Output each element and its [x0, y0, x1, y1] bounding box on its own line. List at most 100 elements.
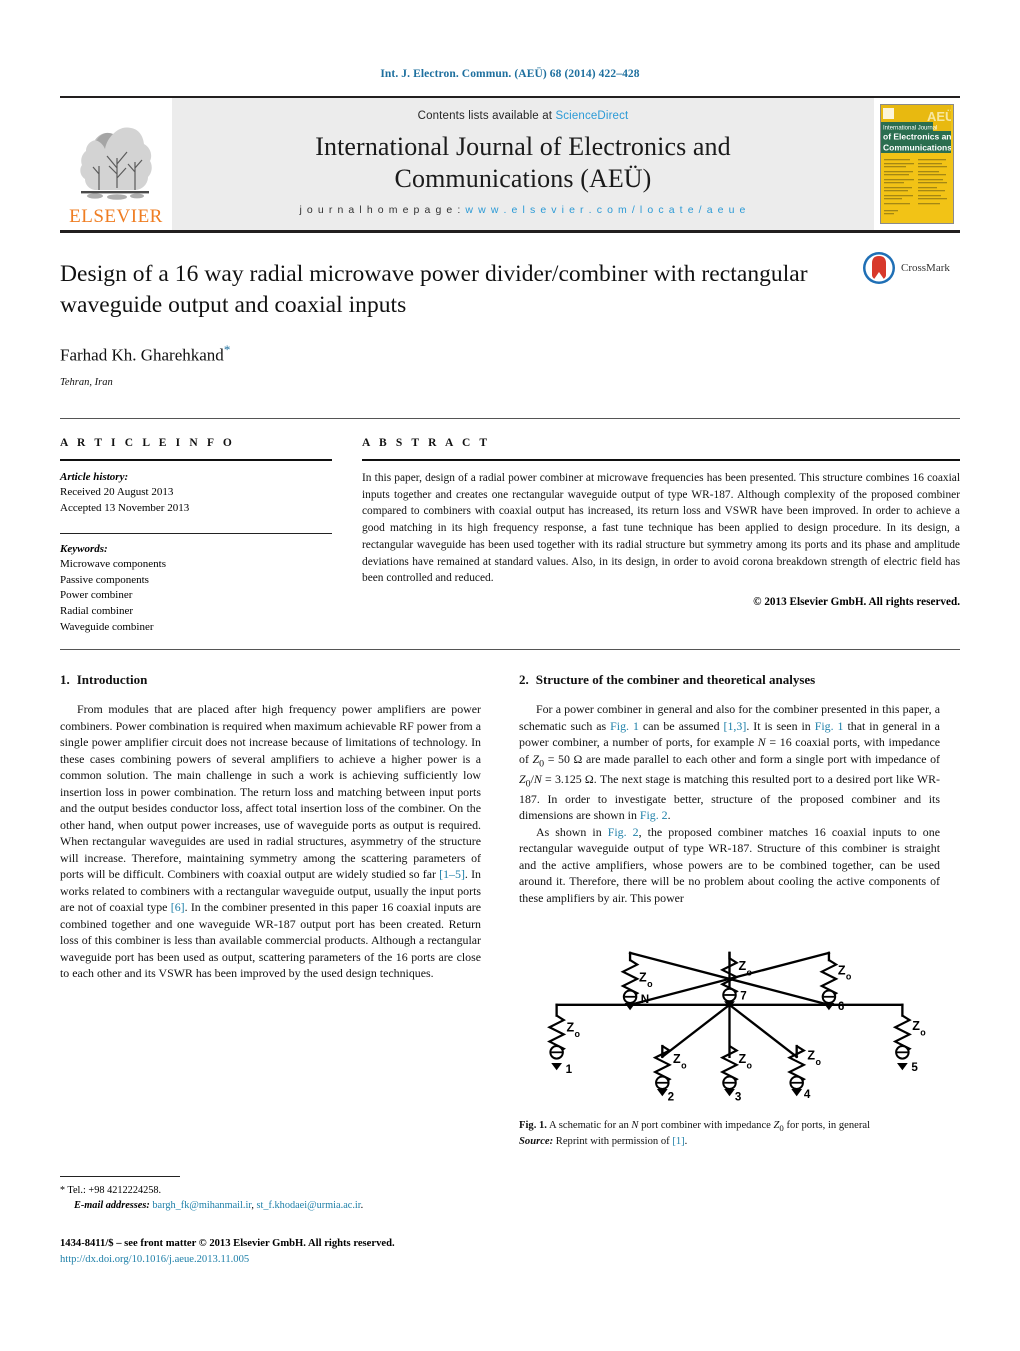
symbol-N-second: N: [533, 771, 542, 786]
port-label-2: 2: [668, 1091, 674, 1102]
caption-a: A schematic for an: [546, 1120, 632, 1132]
svg-text:of Electronics and: of Electronics and: [883, 132, 951, 142]
p1-i: .: [667, 808, 671, 823]
figure-source-text: Reprint with permission of: [553, 1135, 673, 1147]
figure-link-fig1-b[interactable]: Fig. 1: [815, 719, 844, 733]
masthead-center: Contents lists available at ScienceDirec…: [172, 98, 874, 230]
keyword-item: Passive components: [60, 573, 149, 586]
intro-paragraph: From modules that are placed after high …: [60, 701, 481, 981]
section-number: 1.: [60, 672, 70, 688]
cover-image: AEÜ International Journal of Electronics…: [880, 104, 954, 224]
symbol-Z0-second: Z: [519, 771, 526, 786]
crossmark-label: CrossMark: [901, 262, 950, 274]
author-line: Farhad Kh. Gharehkand*: [60, 342, 960, 366]
journal-masthead: ELSEVIER Contents lists available at Sci…: [60, 96, 960, 230]
svg-text:o: o: [747, 1061, 753, 1071]
email-link-2[interactable]: st_f.khodaei@urmia.ac.ir: [257, 1200, 361, 1211]
impedance-label: Z: [807, 1049, 815, 1063]
section-title: Structure of the combiner and theoretica…: [535, 672, 816, 688]
impedance-label: Z: [639, 971, 647, 985]
corresponding-author-marker: *: [223, 342, 231, 358]
article-history-block: Article history: Received 20 August 2013…: [60, 470, 332, 517]
port-label-5: 5: [911, 1061, 918, 1074]
contents-lists-line: Contents lists available at ScienceDirec…: [418, 110, 629, 122]
issn-line: 1434-8411/$ – see front matter © 2013 El…: [60, 1237, 395, 1249]
figure-number: Fig. 1.: [519, 1120, 547, 1132]
keyword-item: Waveguide combiner: [60, 620, 154, 633]
impedance-label: Z: [838, 964, 846, 978]
footnote-tel: * Tel.: +98 4212224258.: [60, 1183, 481, 1198]
title-block: Design of a 16 way radial microwave powe…: [60, 233, 960, 396]
p1-c: . It is seen in: [746, 718, 815, 733]
port-label-4: 4: [804, 1088, 811, 1101]
figure-source-citation[interactable]: [1]: [672, 1136, 684, 1147]
crossmark-badge[interactable]: CrossMark: [862, 251, 960, 285]
symbol-N: N: [757, 735, 766, 750]
structure-paragraph-1: For a power combiner in general and also…: [519, 701, 940, 824]
sciencedirect-link[interactable]: ScienceDirect: [555, 110, 628, 122]
footnote-tel-text: Tel.: +98 4212224258.: [65, 1185, 162, 1196]
figure-1-caption: Fig. 1. A schematic for an N port combin…: [519, 1119, 940, 1149]
keywords-block: Keywords: Microwave components Passive c…: [60, 542, 332, 636]
info-abstract-row: A R T I C L E I N F O Article history: R…: [60, 419, 960, 635]
impedance-label: Z: [912, 1019, 920, 1033]
abstract-bottom-rule: [60, 649, 960, 651]
doi-link[interactable]: http://dx.doi.org/10.1016/j.aeue.2013.11…: [60, 1252, 481, 1268]
article-info-heading: A R T I C L E I N F O: [60, 436, 235, 449]
abstract-heading: A B S T R A C T: [362, 436, 491, 449]
elsevier-tree-icon: [80, 127, 152, 200]
elsevier-logo: ELSEVIER: [60, 98, 172, 230]
journal-title-line2: Communications (AEÜ): [394, 163, 652, 193]
citation-ref-1-5[interactable]: [1–5]: [439, 867, 465, 881]
citation-ref-6[interactable]: [6]: [171, 900, 185, 914]
section-heading-structure: 2. Structure of the combiner and theoreti…: [519, 672, 940, 688]
citation-ref-1-3[interactable]: [1,3]: [724, 719, 747, 733]
port-label-N: N: [641, 993, 649, 1006]
keyword-item: Microwave components: [60, 558, 166, 571]
footnote-rule: [60, 1176, 180, 1177]
impedance-label: Z: [738, 959, 746, 973]
port-label-7: 7: [740, 990, 746, 1003]
svg-text:Communications: Communications: [883, 143, 951, 153]
journal-title-line1: International Journal of Electronics and: [315, 131, 731, 161]
p2-a: As shown in: [536, 824, 608, 839]
p1-f: = 50 Ω are made parallel to each other a…: [544, 751, 940, 766]
homepage-url[interactable]: w w w . e l s e v i e r . c o m / l o c …: [465, 204, 746, 216]
article-history-label: Article history:: [60, 470, 129, 483]
abstract-rule-top: [362, 458, 960, 461]
email-addresses-label: E-mail addresses:: [74, 1200, 150, 1212]
right-column: 2. Structure of the combiner and theoreti…: [519, 672, 940, 1149]
crossmark-icon: [863, 252, 895, 284]
journal-title: International Journal of Electronics and…: [315, 131, 731, 194]
figure-link-fig2[interactable]: Fig. 2: [640, 808, 668, 822]
journal-homepage-line: j o u r n a l h o m e p a g e : w w w . …: [299, 204, 746, 216]
svg-text:AEÜ: AEÜ: [927, 109, 951, 124]
journal-cover-thumbnail: AEÜ International Journal of Electronics…: [874, 98, 960, 230]
impedance-label: Z: [673, 1052, 681, 1066]
figure-1: Zo Zo Zo Zo Zo Zo Zo Zo 1 5 2 3 4 6 7 N …: [519, 922, 940, 1149]
body-columns: 1. Introduction From modules that are pla…: [60, 672, 960, 1149]
left-column: 1. Introduction From modules that are pla…: [60, 672, 481, 1149]
email-link-1[interactable]: bargh_fk@mihanmail.ir: [152, 1200, 251, 1211]
svg-text:o: o: [815, 1057, 821, 1067]
keywords-label: Keywords:: [60, 542, 108, 555]
contents-prefix: Contents lists available at: [417, 109, 556, 122]
affiliation: Tehran, Iran: [60, 376, 113, 388]
figure-link-fig2-b[interactable]: Fig. 2: [608, 825, 639, 839]
figure-1-schematic: Zo Zo Zo Zo Zo Zo Zo Zo 1 5 2 3 4 6 7 N: [547, 951, 926, 1104]
intro-text-a: From modules that are placed after high …: [60, 702, 481, 882]
elsevier-wordmark: ELSEVIER: [69, 206, 163, 227]
svg-text:o: o: [575, 1029, 581, 1039]
caption-b: port combiner with impedance: [638, 1120, 774, 1132]
abstract-copyright: © 2013 Elsevier GmbH. All rights reserve…: [753, 596, 960, 609]
caption-c: for ports, in general: [783, 1120, 871, 1132]
figure-link-fig1[interactable]: Fig. 1: [610, 719, 639, 733]
accepted-date: Accepted 13 November 2013: [60, 501, 190, 514]
keywords-rule: [60, 532, 332, 534]
page-title: Design of a 16 way radial microwave powe…: [60, 261, 808, 318]
article-info-rule-top: [60, 458, 332, 461]
port-label-3: 3: [735, 1091, 742, 1102]
impedance-label: Z: [566, 1021, 574, 1035]
footnote-emails: E-mail addresses: bargh_fk@mihanmail.ir,…: [60, 1198, 481, 1213]
svg-text:o: o: [747, 968, 753, 978]
